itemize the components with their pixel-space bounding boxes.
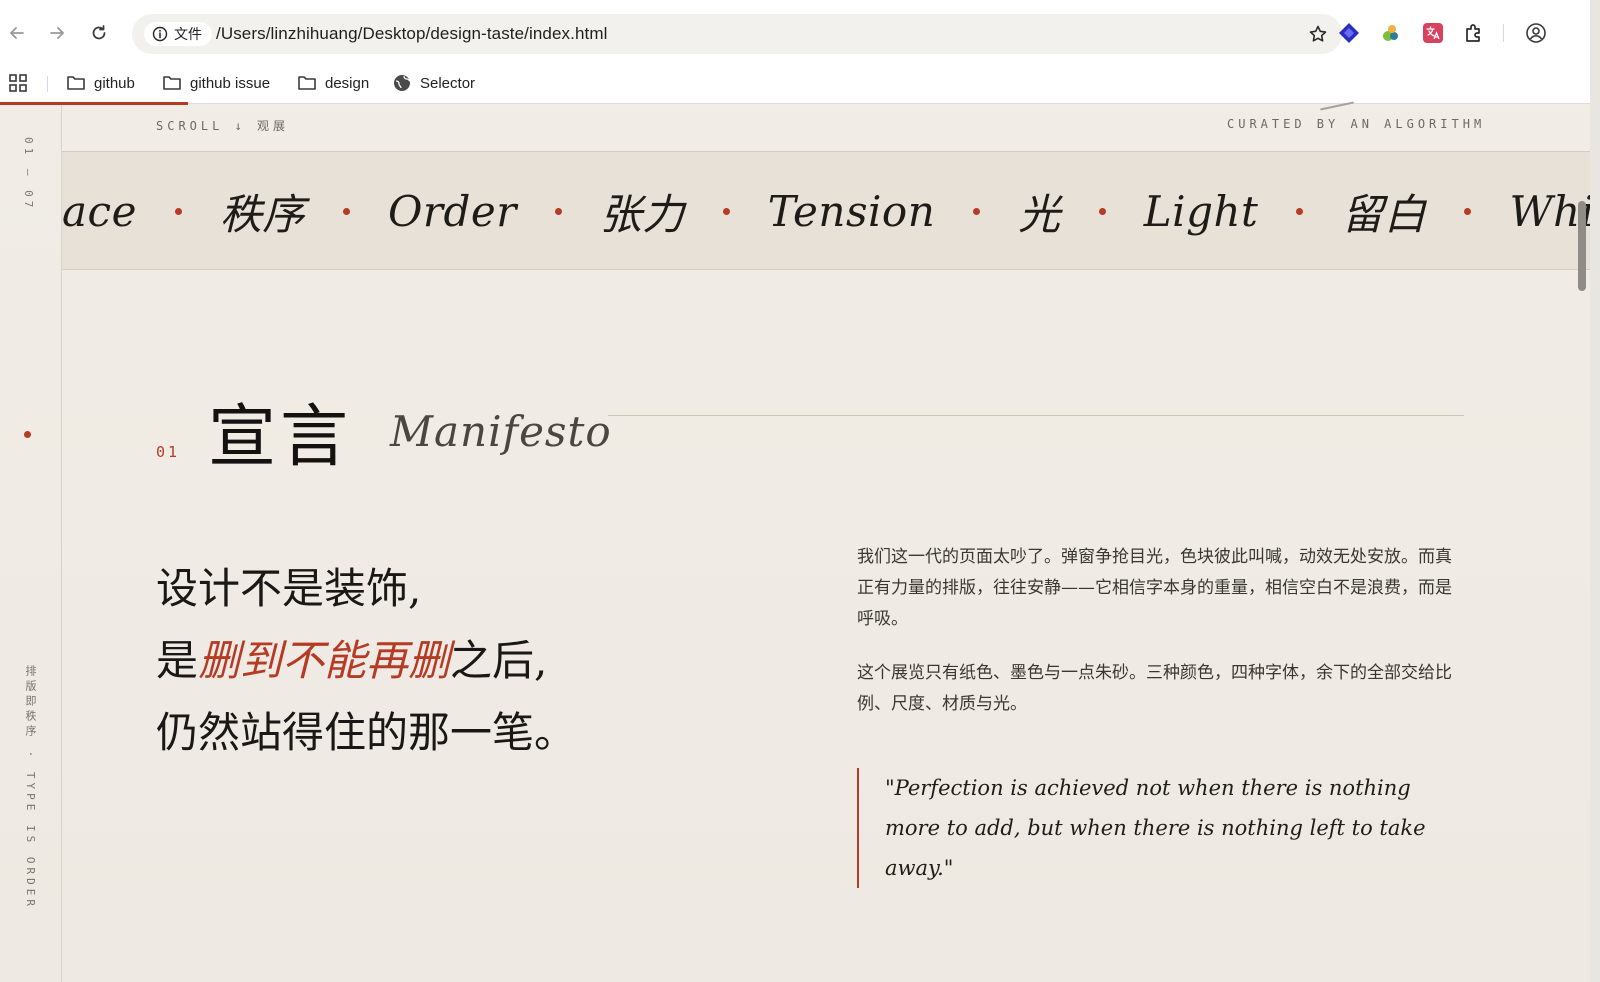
marquee-word: ace xyxy=(62,186,137,236)
window-edge xyxy=(1590,0,1600,982)
headline-line-2: 是删到不能再删之后, xyxy=(156,625,576,697)
reload-button[interactable] xyxy=(84,18,114,48)
info-icon xyxy=(152,26,168,42)
palette-extension-icon xyxy=(1383,25,1398,41)
toolbar-divider xyxy=(1503,24,1504,42)
folder-icon xyxy=(298,76,316,90)
diamond-extension-icon xyxy=(1339,23,1359,43)
bookmark-label: Selector xyxy=(420,74,476,92)
extension-diamond-button[interactable] xyxy=(1336,20,1362,46)
section-title: 宣言 xyxy=(208,398,353,477)
puzzle-icon xyxy=(1466,24,1480,42)
manifesto-paragraph-2: 这个展览只有纸色、墨色与一点朱砂。三种颜色，四种字体，余下的全部交给比例、尺度、… xyxy=(857,663,1452,714)
marquee-dot xyxy=(174,207,182,215)
marquee-word: Order xyxy=(387,186,517,236)
site-info-chip[interactable]: 文件 xyxy=(144,22,212,46)
browser-toolbar: 文件 /Users/linzhihuang/Desktop/design-tas… xyxy=(0,0,1590,62)
browser-window: 文件 /Users/linzhihuang/Desktop/design-tas… xyxy=(0,0,1590,982)
marquee-dot xyxy=(973,207,981,215)
address-bar[interactable]: 文件 /Users/linzhihuang/Desktop/design-tas… xyxy=(132,14,1342,54)
marquee-dot xyxy=(722,207,730,215)
url-text[interactable]: /Users/linzhihuang/Desktop/design-taste/… xyxy=(216,24,607,44)
bookmark-selector[interactable]: Selector xyxy=(392,69,475,97)
headline-suffix: 之后, xyxy=(450,636,548,685)
marquee-word: Tension xyxy=(767,186,936,236)
bookmark-star-button[interactable] xyxy=(1306,22,1330,46)
keyword-marquee: ace 秩序 Order 张力 Tension 光 Light 留白 White… xyxy=(62,152,1590,270)
arrow-right-icon xyxy=(50,27,64,39)
marquee-word: 张力 xyxy=(599,189,685,239)
extensions-menu-button[interactable] xyxy=(1461,20,1487,46)
manifesto-headline: 设计不是装饰, 是删到不能再删之后, 仍然站得住的那一笔。 xyxy=(156,553,576,769)
marquee-track: ace 秩序 Order 张力 Tension 光 Light 留白 White… xyxy=(62,152,1590,269)
profile-button[interactable] xyxy=(1523,20,1549,46)
star-icon xyxy=(1309,25,1327,42)
arrow-left-icon xyxy=(10,27,24,39)
page-content: 01 — 07 排版即秩序 · TYPE IS ORDER SCROLL ↓ 观… xyxy=(0,101,1590,982)
bookmark-github-issue[interactable]: github issue xyxy=(162,69,270,97)
apps-button[interactable] xyxy=(8,69,28,97)
folder-icon xyxy=(67,76,85,90)
apps-grid-icon xyxy=(9,74,27,92)
marquee-dot xyxy=(342,207,350,215)
bookmark-design[interactable]: design xyxy=(297,69,369,97)
forward-button[interactable] xyxy=(42,18,72,48)
rail-indicator-dot xyxy=(24,431,31,438)
manifesto-quote: "Perfection is achieved not when there i… xyxy=(857,768,1457,888)
extension-translate-button[interactable] xyxy=(1420,20,1446,46)
marquee-word: 秩序 xyxy=(219,189,305,239)
manifesto-paragraph-1: 我们这一代的页面太吵了。弹窗争抢目光，色块彼此叫喊，动效无处安放。而真正有力量的… xyxy=(857,547,1452,629)
bookmark-github[interactable]: github xyxy=(66,69,135,97)
bookmarks-divider xyxy=(47,76,48,92)
marquee-word: 光 xyxy=(1018,189,1061,239)
page-scrollbar[interactable] xyxy=(1578,201,1586,291)
rail-caption: 排版即秩序 · TYPE IS ORDER xyxy=(24,665,37,910)
marquee-dot xyxy=(1098,207,1106,215)
section-number: 01 xyxy=(156,443,181,461)
reload-icon xyxy=(92,25,106,40)
marquee-dot xyxy=(554,207,562,215)
profile-icon xyxy=(1526,23,1546,43)
folder-icon xyxy=(163,76,181,90)
extension-color-button[interactable] xyxy=(1378,20,1404,46)
marquee-dot xyxy=(1464,207,1472,215)
bookmark-label: github xyxy=(94,74,135,92)
bookmark-label: design xyxy=(325,74,370,92)
globe-icon xyxy=(394,75,411,91)
back-button[interactable] xyxy=(2,18,32,48)
headline-highlight: 删到不能再删 xyxy=(198,636,451,685)
section-rule xyxy=(608,415,1464,416)
left-rail: 01 — 07 排版即秩序 · TYPE IS ORDER xyxy=(0,105,62,982)
marquee-word: Light xyxy=(1143,186,1259,236)
site-info-label: 文件 xyxy=(174,26,202,42)
marquee-dot xyxy=(1296,207,1304,215)
rail-counter: 01 — 07 xyxy=(22,137,35,212)
translate-extension-icon xyxy=(1423,23,1443,43)
headline-line-3: 仍然站得住的那一笔。 xyxy=(156,708,577,757)
bookmarks-bar: github github issue design Selector xyxy=(0,62,1590,104)
section-subtitle: Manifesto xyxy=(390,407,612,456)
curated-label: CURATED BY AN ALGORITHM xyxy=(1227,117,1486,131)
scroll-hint: SCROLL ↓ 观展 xyxy=(156,119,290,133)
marquee-word: 留白 xyxy=(1341,189,1427,239)
headline-prefix: 是 xyxy=(156,636,199,685)
bookmark-label: github issue xyxy=(190,74,271,92)
headline-line-1: 设计不是装饰, xyxy=(156,564,422,613)
